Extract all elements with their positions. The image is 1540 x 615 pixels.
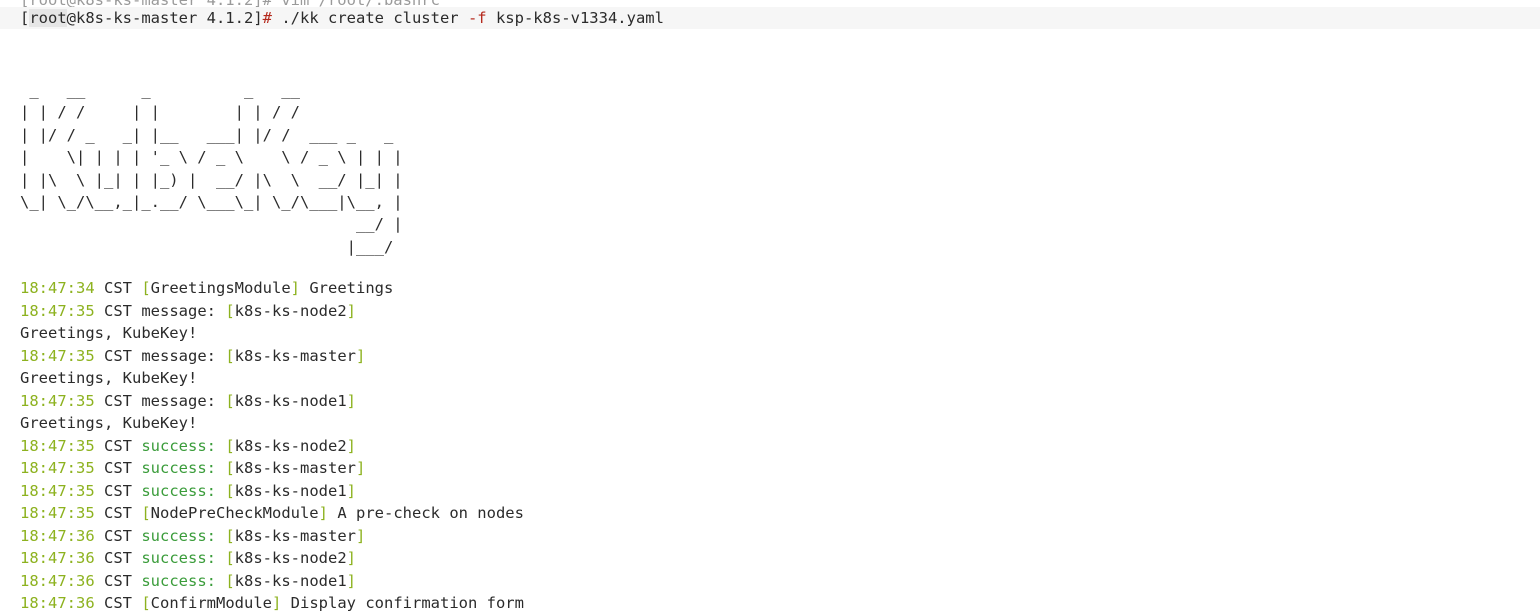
log-label: success:: [141, 459, 216, 477]
log-timezone: CST: [94, 594, 142, 612]
log-timestamp: 18:47:35: [20, 346, 95, 365]
kubekey-ascii-logo: _ __ _ _ __ | | / / | | | | / / | |/ / _ _…: [20, 79, 403, 258]
log-timezone: CST: [94, 549, 142, 567]
log-line: 18:47:35 CST [NodePreCheckModule] A pre-…: [20, 504, 524, 522]
log-text: A pre-check on nodes: [328, 504, 524, 522]
log-module-name: NodePreCheckModule: [150, 504, 319, 522]
log-timestamp: 18:47:35: [20, 301, 95, 320]
log-module-name: GreetingsModule: [150, 279, 291, 297]
log-node-name: k8s-ks-node1: [234, 481, 347, 500]
logo-line: __/ |: [20, 215, 403, 234]
log-timezone: CST: [94, 481, 142, 500]
log-text: Greetings, KubeKey!: [20, 414, 198, 432]
log-node-name: k8s-ks-node2: [234, 436, 347, 455]
log-label: success:: [141, 436, 216, 455]
log-node-name: k8s-ks-master: [234, 346, 356, 365]
log-line: Greetings, KubeKey!: [20, 322, 197, 344]
log-node-name: k8s-ks-node1: [234, 391, 347, 410]
log-label: message:: [141, 391, 216, 410]
log-line: 18:47:36 CST success: [k8s-ks-master]: [20, 526, 366, 545]
log-node-name: k8s-ks-node2: [234, 301, 347, 320]
log-label: success:: [141, 526, 216, 545]
log-module-name: ConfirmModule: [150, 594, 272, 612]
log-timezone: CST: [94, 504, 142, 522]
log-timezone: CST: [94, 391, 142, 410]
log-line: 18:47:35 CST success: [k8s-ks-node1]: [20, 481, 356, 500]
logo-line: | | / / | | | | / /: [20, 103, 300, 122]
log-node-name: k8s-ks-node2: [234, 549, 347, 567]
log-line: 18:47:35 CST message: [k8s-ks-node2]: [20, 301, 356, 320]
log-timestamp: 18:47:36: [20, 594, 95, 612]
log-text: Greetings: [300, 279, 394, 297]
logo-line: |___/: [20, 237, 394, 256]
log-timezone: CST: [94, 571, 142, 590]
command-flag: -f: [467, 9, 487, 27]
log-timezone: CST: [94, 346, 142, 365]
log-timezone: CST: [94, 526, 142, 545]
command-argument: ksp-k8s-v1334.yaml: [486, 9, 664, 27]
log-line: 18:47:36 CST [ConfirmModule] Display con…: [20, 594, 524, 612]
log-timezone: CST: [94, 279, 142, 297]
log-timestamp: 18:47:35: [20, 391, 95, 410]
log-line: 18:47:34 CST [GreetingsModule] Greetings: [20, 279, 394, 297]
log-label: message:: [141, 346, 216, 365]
log-text: Display confirmation form: [281, 594, 524, 612]
command-line[interactable]: [root@k8s-ks-master 4.1.2]# ./kk create …: [0, 7, 1540, 29]
log-text: Greetings, KubeKey!: [20, 324, 198, 342]
log-timezone: CST: [94, 459, 142, 477]
log-timestamp: 18:47:35: [20, 436, 95, 455]
log-node-name: k8s-ks-node1: [234, 571, 347, 590]
command-text: ./kk create cluster: [272, 9, 468, 27]
log-line: 18:47:35 CST message: [k8s-ks-node1]: [20, 391, 356, 410]
prompt-hash: #: [262, 9, 272, 27]
log-timezone: CST: [94, 301, 142, 320]
log-line: 18:47:36 CST success: [k8s-ks-node2]: [20, 549, 356, 567]
log-line: Greetings, KubeKey!: [20, 367, 197, 389]
logo-line: _ __ _ _ __: [20, 81, 300, 99]
log-timezone: CST: [94, 436, 142, 455]
log-node-name: k8s-ks-master: [234, 526, 356, 545]
log-line: 18:47:35 CST success: [k8s-ks-master]: [20, 459, 366, 477]
log-line: 18:47:35 CST success: [k8s-ks-node2]: [20, 436, 356, 455]
prompt-user: root: [29, 9, 67, 27]
log-timestamp: 18:47:36: [20, 549, 95, 567]
logo-line: | |\ \ |_| | |_) | __/ |\ \ __/ |_| |: [20, 170, 403, 189]
log-line: 18:47:36 CST success: [k8s-ks-node1]: [20, 571, 356, 590]
log-line: 18:47:35 CST message: [k8s-ks-master]: [20, 346, 366, 365]
prompt-host: @k8s-ks-master 4.1.2: [66, 9, 254, 27]
log-timestamp: 18:47:35: [20, 481, 95, 500]
log-label: success:: [141, 549, 216, 567]
logo-line: | \| | | | '_ \ / _ \ \ / _ \ | | |: [20, 148, 403, 167]
log-line: Greetings, KubeKey!: [20, 412, 197, 434]
log-label: message:: [141, 301, 216, 320]
log-text: Greetings, KubeKey!: [20, 369, 198, 387]
log-timestamp: 18:47:35: [20, 459, 95, 477]
log-timestamp: 18:47:35: [20, 504, 95, 522]
log-timestamp: 18:47:34: [20, 279, 95, 297]
logo-line: | |/ / _ _| |__ ___| |/ / ___ _ _: [20, 125, 394, 144]
logo-line: \_| \_/\__,_|_.__/ \___\_| \_/\___|\__, …: [20, 193, 403, 212]
log-label: success:: [141, 571, 216, 590]
log-timestamp: 18:47:36: [20, 571, 95, 590]
log-timestamp: 18:47:36: [20, 526, 95, 545]
log-label: success:: [141, 481, 216, 500]
log-node-name: k8s-ks-master: [234, 459, 356, 477]
